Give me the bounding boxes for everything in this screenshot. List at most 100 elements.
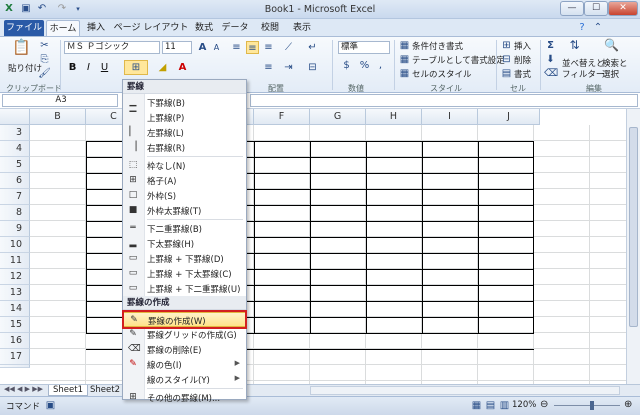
zoom-slider[interactable]: [554, 405, 620, 406]
menu-item-border-10[interactable]: ▭ 上罫線 + 下罫線(D): [123, 251, 246, 266]
menu-item-border-12[interactable]: ▭ 上罫線 + 下二重罫線(U): [123, 281, 246, 296]
insert-cells-icon[interactable]: ⊞: [500, 39, 513, 52]
format-as-table-button[interactable]: テーブルとして書式設定: [412, 54, 505, 66]
font-color-icon[interactable]: A: [176, 61, 189, 74]
vertical-scrollbar[interactable]: [626, 109, 640, 384]
cell-styles-icon[interactable]: ▦: [398, 67, 411, 80]
column-header-B[interactable]: B: [30, 109, 86, 125]
italic-icon[interactable]: I: [82, 61, 95, 74]
close-button[interactable]: ✕: [608, 1, 638, 16]
row-header-7[interactable]: 7: [0, 189, 30, 205]
horizontal-scrollbar[interactable]: [310, 386, 620, 395]
column-header-I[interactable]: I: [422, 109, 478, 125]
page-layout-view-icon[interactable]: ▤: [484, 399, 497, 412]
zoom-out-icon[interactable]: ⊖: [540, 399, 548, 410]
minimize-button[interactable]: —: [560, 1, 584, 16]
cut-icon[interactable]: ✂: [38, 39, 51, 52]
find-select-icon[interactable]: 🔍: [604, 39, 619, 52]
fill-color-icon[interactable]: ◢: [156, 61, 169, 74]
scroll-thumb[interactable]: [629, 127, 638, 327]
menu-item-border-6[interactable]: □ 外枠(S): [123, 188, 246, 203]
find-select-line2[interactable]: 選択: [602, 68, 619, 80]
tab-formulas[interactable]: 数式: [190, 20, 218, 36]
column-header-J[interactable]: J: [478, 109, 540, 125]
delete-cells-icon[interactable]: ⊟: [500, 53, 513, 66]
column-header-H[interactable]: H: [366, 109, 422, 125]
menu-item-draw-1[interactable]: ✎ 罫線グリッドの作成(G): [123, 327, 246, 342]
macro-record-icon[interactable]: ▣: [44, 399, 57, 412]
indent-icon[interactable]: ⇥: [282, 61, 295, 74]
menu-item-draw-4[interactable]: 線のスタイル(Y) ▶: [123, 372, 246, 387]
menu-item-border-9[interactable]: ▂ 下太罫線(H): [123, 236, 246, 251]
row-header-4[interactable]: 4: [0, 141, 30, 157]
paste-icon[interactable]: 📋: [12, 40, 31, 59]
align-middle-icon[interactable]: ≡: [246, 41, 259, 54]
zoom-slider-thumb[interactable]: [590, 401, 594, 410]
tab-home[interactable]: ホーム: [46, 20, 80, 36]
zoom-in-icon[interactable]: ⊕: [624, 399, 632, 410]
row-header-16[interactable]: 16: [0, 333, 30, 349]
insert-cells-button[interactable]: 挿入: [514, 40, 531, 52]
merge-center-icon[interactable]: ⊟: [306, 61, 319, 74]
format-table-icon[interactable]: ▦: [398, 53, 411, 66]
align-right-icon[interactable]: ≡: [262, 61, 275, 74]
tab-file[interactable]: ファイル: [4, 20, 44, 36]
menu-item-border-0[interactable]: ▁ 下罫線(B): [123, 95, 246, 110]
page-break-view-icon[interactable]: ▥: [498, 399, 511, 412]
delete-cells-button[interactable]: 削除: [514, 54, 531, 66]
menu-item-draw-2[interactable]: ⌫ 罫線の削除(E): [123, 342, 246, 357]
conditional-format-button[interactable]: 条件付き書式: [412, 40, 463, 52]
sheet-tab-1[interactable]: Sheet1: [48, 385, 88, 396]
tab-data[interactable]: データ: [220, 20, 250, 36]
row-header-6[interactable]: 6: [0, 173, 30, 189]
tab-view[interactable]: 表示: [288, 20, 316, 36]
fill-icon[interactable]: ⬇: [544, 53, 557, 66]
menu-item-border-3[interactable]: ▕ 右罫線(R): [123, 140, 246, 155]
orientation-icon[interactable]: ⟋: [282, 41, 295, 54]
select-all-corner[interactable]: [0, 109, 30, 125]
paste-button[interactable]: 貼り付け: [8, 62, 42, 74]
row-header-10[interactable]: 10: [0, 237, 30, 253]
maximize-button[interactable]: ☐: [584, 1, 608, 16]
menu-item-draw-5[interactable]: ⊞ その他の罫線(M)...: [123, 390, 246, 405]
menu-item-border-1[interactable]: ▔ 上罫線(P): [123, 110, 246, 125]
shrink-font-icon[interactable]: A: [210, 41, 223, 54]
clear-icon[interactable]: ⌫: [544, 67, 558, 80]
row-header-17[interactable]: 17: [0, 349, 30, 365]
sort-filter-icon[interactable]: ⇅: [568, 39, 581, 52]
comma-icon[interactable]: ,: [374, 59, 387, 72]
autosum-icon[interactable]: Σ: [544, 39, 557, 52]
row-header-11[interactable]: 11: [0, 253, 30, 269]
underline-icon[interactable]: U: [98, 61, 111, 74]
percent-icon[interactable]: %: [358, 59, 371, 72]
tab-review[interactable]: 校閲: [256, 20, 284, 36]
align-top-icon[interactable]: ≡: [230, 41, 243, 54]
number-format-combo[interactable]: 標準: [338, 41, 390, 54]
sheet-tab-2[interactable]: Sheet2: [86, 385, 124, 395]
sheet-nav-icon[interactable]: ◀◀ ◀ ▶ ▶▶: [4, 385, 43, 393]
zoom-level[interactable]: 120%: [512, 400, 536, 410]
currency-icon[interactable]: $: [340, 59, 353, 72]
tab-insert[interactable]: 挿入: [82, 20, 110, 36]
menu-item-border-2[interactable]: ▏ 左罫線(L): [123, 125, 246, 140]
conditional-format-icon[interactable]: ▦: [398, 39, 411, 52]
copy-icon[interactable]: ⎘: [38, 53, 51, 66]
cell-styles-button[interactable]: セルのスタイル: [412, 68, 472, 80]
ribbon-minimize-icon[interactable]: ⌃: [592, 22, 604, 34]
format-cells-button[interactable]: 書式: [514, 68, 531, 80]
menu-item-border-5[interactable]: ⊞ 格子(A): [123, 173, 246, 188]
row-header-15[interactable]: 15: [0, 317, 30, 333]
name-box[interactable]: A3: [2, 94, 118, 107]
menu-item-draw-3[interactable]: ✎ 線の色(I) ▶: [123, 357, 246, 372]
row-header-9[interactable]: 9: [0, 221, 30, 237]
font-name-combo[interactable]: ＭＳ Ｐゴシック: [64, 41, 160, 54]
row-header-5[interactable]: 5: [0, 157, 30, 173]
format-cells-icon[interactable]: ▤: [500, 67, 513, 80]
row-header-8[interactable]: 8: [0, 205, 30, 221]
row-header-12[interactable]: 12: [0, 269, 30, 285]
menu-item-border-7[interactable]: ■ 外枠太罫線(T): [123, 203, 246, 218]
menu-item-border-8[interactable]: ═ 下二重罫線(B): [123, 221, 246, 236]
row-header-13[interactable]: 13: [0, 285, 30, 301]
row-header-14[interactable]: 14: [0, 301, 30, 317]
tab-page-layout[interactable]: ページ レイアウト: [112, 20, 190, 36]
